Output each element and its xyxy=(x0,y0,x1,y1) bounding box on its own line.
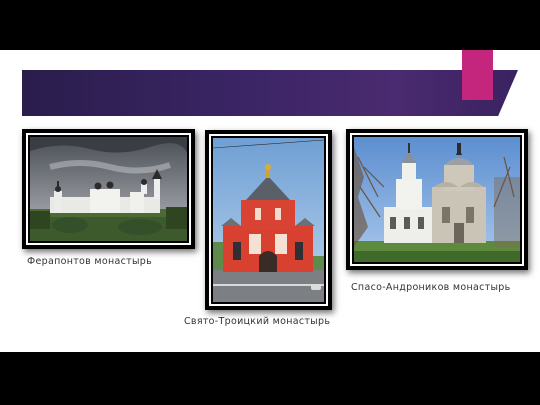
photo-frame-troitsky xyxy=(205,130,332,310)
caption-andronikov: Спасо-Андроников монастырь xyxy=(351,282,511,293)
caption-ferapontov: Ферапонтов монастырь xyxy=(27,256,152,267)
ferapontov-monastery-photo xyxy=(30,137,187,241)
andronikov-monastery-photo xyxy=(354,137,520,262)
slide: Ферапонтов монастырь Спасо-Андроников мо… xyxy=(0,50,540,352)
photo-frame-ferapontov xyxy=(22,129,195,249)
title-banner xyxy=(22,70,518,116)
photo-frame-andronikov xyxy=(346,129,528,270)
accent-bar xyxy=(462,50,493,100)
troitsky-monastery-photo xyxy=(213,138,324,302)
caption-troitsky: Свято-Троицкий монастырь xyxy=(184,316,331,327)
